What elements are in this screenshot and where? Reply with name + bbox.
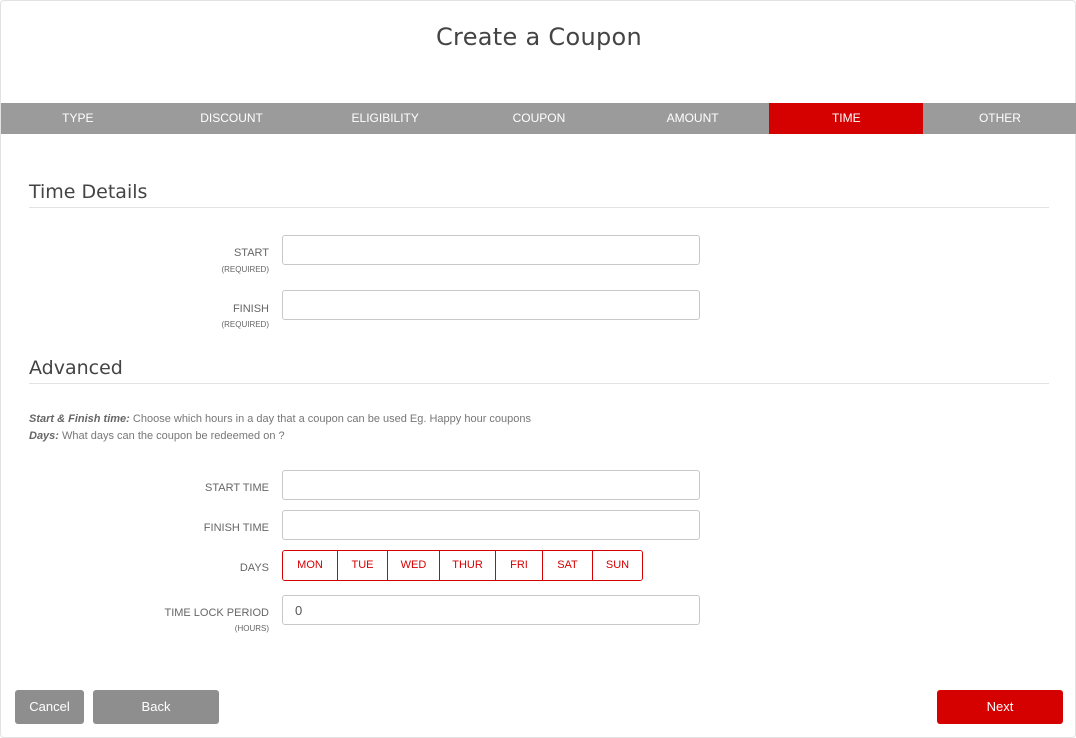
finish-required-note: (REQUIRED) — [221, 320, 269, 329]
help-start-finish-text: Choose which hours in a day that a coupo… — [129, 413, 531, 425]
time-details-title: Time Details — [29, 181, 148, 203]
step-discount[interactable]: DISCOUNT — [155, 103, 309, 134]
finish-label: FINISH — [232, 303, 269, 315]
step-coupon[interactable]: COUPON — [462, 103, 616, 134]
help-days-term: Days: — [29, 430, 59, 442]
time-lock-label: TIME LOCK PERIOD — [164, 607, 269, 619]
back-button[interactable]: Back — [93, 690, 219, 724]
help-days-text: What days can the coupon be redeemed on … — [58, 430, 285, 442]
help-start-finish-time: Start & Finish time: Choose which hours … — [29, 413, 531, 425]
cancel-button[interactable]: Cancel — [15, 690, 84, 724]
days-label: DAYS — [239, 562, 269, 574]
start-time-label: START TIME — [205, 482, 269, 494]
step-type[interactable]: TYPE — [1, 103, 155, 134]
day-mon-button[interactable]: MON — [283, 551, 338, 580]
step-time[interactable]: TIME — [769, 103, 924, 134]
help-days: Days: What days can the coupon be redeem… — [29, 430, 285, 442]
day-thur-button[interactable]: THUR — [440, 551, 496, 580]
start-date-input[interactable] — [282, 235, 700, 265]
day-sun-button[interactable]: SUN — [593, 551, 642, 580]
day-fri-button[interactable]: FRI — [496, 551, 543, 580]
start-time-input[interactable] — [282, 470, 700, 500]
wizard-panel: Create a Coupon TYPE DISCOUNT ELIGIBILIT… — [0, 0, 1076, 738]
section-divider — [29, 383, 1049, 384]
section-divider — [29, 207, 1049, 208]
step-eligibility[interactable]: ELIGIBILITY — [308, 103, 462, 134]
start-label: START — [233, 247, 269, 259]
step-amount[interactable]: AMOUNT — [616, 103, 770, 134]
finish-date-input[interactable] — [282, 290, 700, 320]
time-lock-input[interactable] — [282, 595, 700, 625]
finish-time-input[interactable] — [282, 510, 700, 540]
help-start-finish-term: Start & Finish time: — [29, 413, 130, 425]
wizard-steps: TYPE DISCOUNT ELIGIBILITY COUPON AMOUNT … — [1, 103, 1076, 134]
time-lock-unit: (HOURS) — [234, 624, 269, 633]
next-button[interactable]: Next — [937, 690, 1063, 724]
days-selector: MON TUE WED THUR FRI SAT SUN — [282, 550, 643, 581]
finish-time-label: FINISH TIME — [203, 522, 269, 534]
day-wed-button[interactable]: WED — [388, 551, 440, 580]
day-tue-button[interactable]: TUE — [338, 551, 388, 580]
day-sat-button[interactable]: SAT — [543, 551, 593, 580]
step-other[interactable]: OTHER — [923, 103, 1076, 134]
start-required-note: (REQUIRED) — [221, 265, 269, 274]
advanced-title: Advanced — [29, 357, 123, 379]
page-title: Create a Coupon — [436, 23, 642, 51]
